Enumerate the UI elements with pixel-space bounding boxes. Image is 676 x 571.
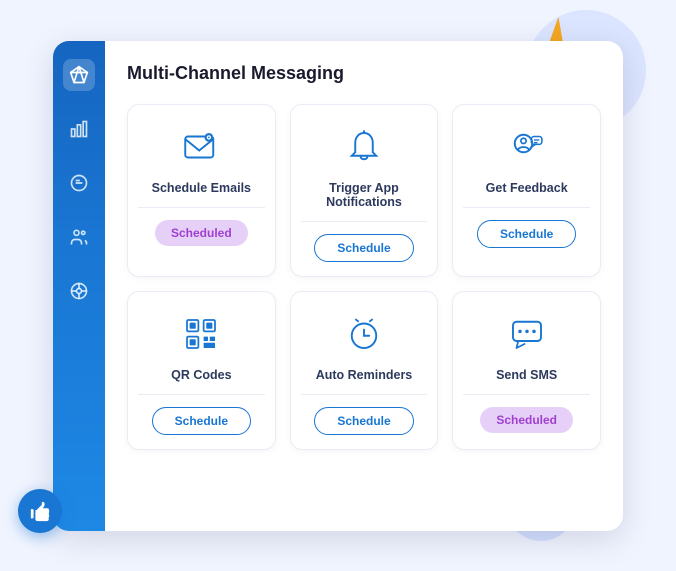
card-divider (138, 207, 265, 208)
card-get-feedback-label: Get Feedback (486, 181, 568, 195)
bell-icon (340, 123, 388, 171)
card-qr-codes: QR Codes Schedule (127, 291, 276, 450)
card-auto-reminders-label: Auto Reminders (316, 368, 413, 382)
card-divider (301, 221, 428, 222)
sidebar-item-chart[interactable] (63, 113, 95, 145)
sidebar (53, 41, 105, 531)
feedback-icon (503, 123, 551, 171)
auto-reminders-button[interactable]: Schedule (314, 407, 413, 435)
page-title: Multi-Channel Messaging (127, 63, 601, 84)
card-auto-reminders: Auto Reminders Schedule (290, 291, 439, 450)
trigger-notifications-button[interactable]: Schedule (314, 234, 413, 262)
card-qr-codes-label: QR Codes (171, 368, 231, 382)
card-send-sms: Send SMS Scheduled (452, 291, 601, 450)
sidebar-item-support[interactable] (63, 275, 95, 307)
send-sms-button[interactable]: Scheduled (480, 407, 573, 433)
card-get-feedback: Get Feedback Schedule (452, 104, 601, 277)
card-divider (301, 394, 428, 395)
schedule-emails-button[interactable]: Scheduled (155, 220, 248, 246)
card-divider (138, 394, 265, 395)
main-card: Multi-Channel Messaging Schedule Emails … (53, 41, 623, 531)
sidebar-item-comment[interactable] (63, 167, 95, 199)
email-icon (177, 123, 225, 171)
thumb-button[interactable] (18, 489, 62, 533)
card-schedule-emails: Schedule Emails Scheduled (127, 104, 276, 277)
feature-grid: Schedule Emails Scheduled Trigger App No… (127, 104, 601, 450)
clock-icon (340, 310, 388, 358)
qr-codes-button[interactable]: Schedule (152, 407, 251, 435)
card-divider (463, 394, 590, 395)
get-feedback-button[interactable]: Schedule (477, 220, 576, 248)
sms-icon (503, 310, 551, 358)
card-trigger-notifications-label: Trigger App Notifications (301, 181, 428, 209)
qr-icon (177, 310, 225, 358)
card-divider (463, 207, 590, 208)
card-send-sms-label: Send SMS (496, 368, 557, 382)
sidebar-item-users[interactable] (63, 221, 95, 253)
content-area: Multi-Channel Messaging Schedule Emails … (105, 41, 623, 531)
card-schedule-emails-label: Schedule Emails (152, 181, 251, 195)
sidebar-item-diamond[interactable] (63, 59, 95, 91)
card-trigger-notifications: Trigger App Notifications Schedule (290, 104, 439, 277)
